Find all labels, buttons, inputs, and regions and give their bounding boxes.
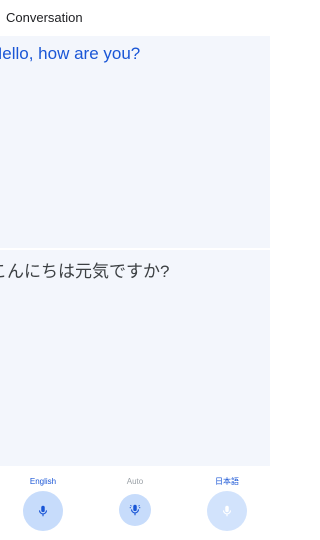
language-label-japanese[interactable]: 日本語 — [187, 477, 267, 487]
japanese-mic-button[interactable] — [207, 491, 247, 531]
auto-microphone-icon — [129, 504, 141, 516]
language-label-english[interactable]: English — [3, 477, 83, 487]
page-title: Conversation — [6, 10, 83, 25]
microphone-icon — [222, 505, 232, 517]
microphone-icon — [38, 505, 48, 517]
source-panel[interactable]: Hello, how are you? — [0, 36, 270, 248]
conversation-controls: English Auto 日本語 — [0, 466, 270, 540]
translation-text: こんにちは元気ですか? — [0, 262, 170, 281]
app-header: Conversation — [0, 0, 270, 36]
source-text: Hello, how are you? — [0, 44, 141, 63]
english-mic-button[interactable] — [23, 491, 63, 531]
translation-panel[interactable]: こんにちは元気ですか? — [0, 250, 270, 466]
auto-label: Auto — [126, 477, 144, 486]
auto-mic-button[interactable] — [119, 494, 151, 526]
